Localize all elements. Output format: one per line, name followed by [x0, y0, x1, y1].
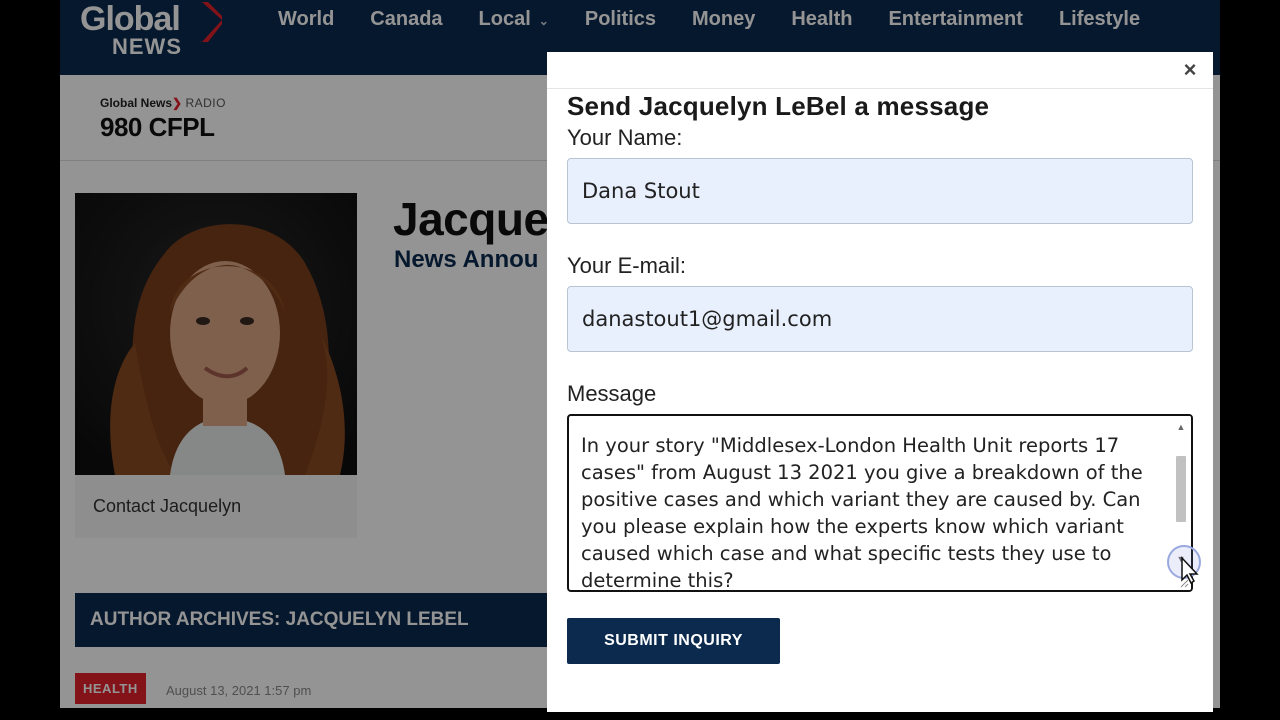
name-input[interactable] — [567, 158, 1193, 224]
contact-modal: × Send Jacquelyn LeBel a message Your Na… — [547, 52, 1213, 712]
email-input[interactable] — [567, 286, 1193, 352]
submit-inquiry-button[interactable]: SUBMIT INQUIRY — [567, 618, 780, 664]
close-icon[interactable]: × — [1177, 56, 1203, 84]
message-field-label: Message — [567, 381, 657, 406]
modal-title: Send Jacquelyn LeBel a message — [567, 91, 990, 121]
scroll-up-icon[interactable]: ▲ — [1171, 418, 1191, 436]
message-textarea[interactable]: In your story "Middlesex-London Health U… — [567, 414, 1193, 592]
scrollbar-thumb[interactable] — [1176, 456, 1186, 522]
modal-header: × — [547, 52, 1213, 89]
message-text: In your story "Middlesex-London Health U… — [581, 434, 1149, 592]
email-field-label: Your E-mail: — [567, 253, 687, 278]
mouse-pointer-icon — [1167, 545, 1201, 584]
name-field-label: Your Name: — [567, 125, 683, 150]
